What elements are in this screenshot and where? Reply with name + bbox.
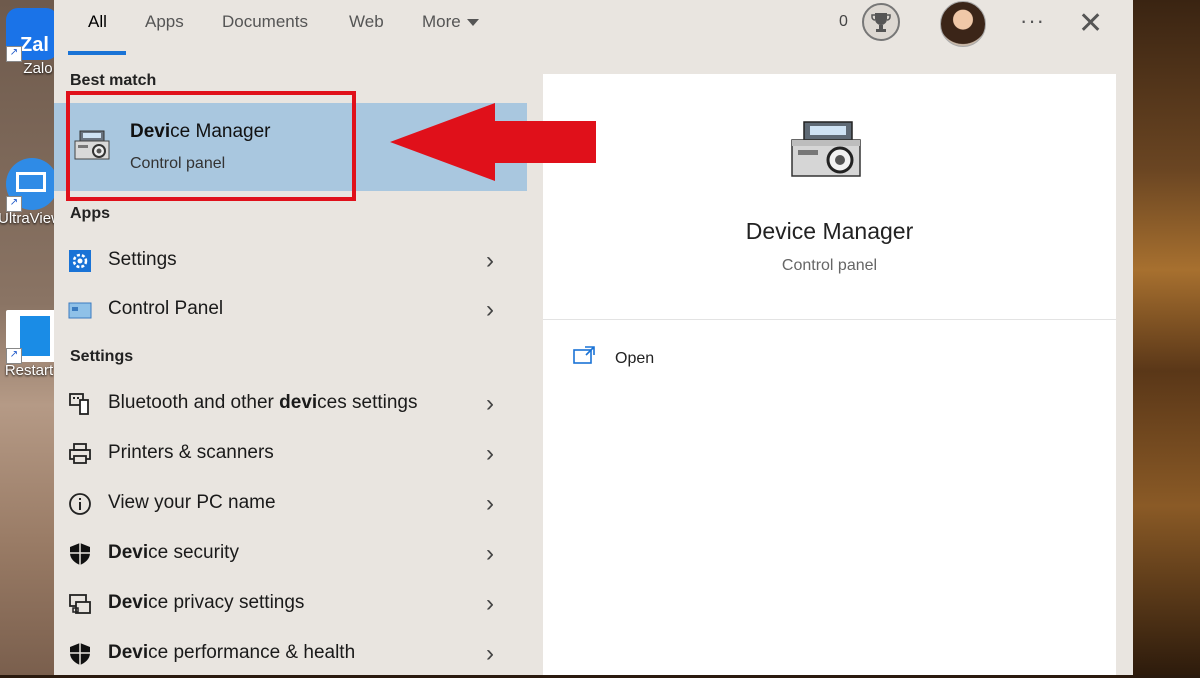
search-panel: All Apps Documents Web More 0 ··· ✕ Best… [54,0,1133,675]
open-action[interactable]: Open [573,344,773,374]
trophy-icon[interactable] [862,3,900,41]
chevron-right-icon[interactable]: › [486,390,494,418]
ultraview-icon: ↗ [6,158,54,212]
printer-icon [69,443,91,464]
avatar[interactable] [940,1,986,47]
shortcut-arrow-icon: ↗ [6,348,22,364]
detail-title: Device Manager [745,218,914,244]
chevron-down-icon [466,19,479,27]
chevron-right-icon[interactable]: › [486,640,494,668]
desktop-icon-label: UltraView [0,210,54,227]
tab-more[interactable]: More [422,12,479,32]
chevron-right-icon[interactable]: › [486,590,494,618]
desktop-icon-zalo[interactable]: Zal ↗ Zalo [4,8,54,77]
result-item-label: Printers & scanners [108,442,274,463]
desktop-icon-ultraview[interactable]: ↗ UltraView [0,158,54,227]
result-item-device-security[interactable]: Device security › [54,530,527,578]
search-tabs-bar: All Apps Documents Web More 0 ··· ✕ [54,0,1133,56]
tab-apps[interactable]: Apps [145,12,184,32]
active-tab-indicator [68,51,126,55]
result-item-settings[interactable]: Settings › [54,237,527,285]
annotation-highlight-box [66,91,356,201]
tab-web[interactable]: Web [349,12,384,32]
device-manager-icon [791,121,861,177]
shortcut-arrow-icon: ↗ [6,196,22,212]
result-item-pc-name[interactable]: View your PC name › [54,480,527,528]
result-item-label: Settings [108,249,177,270]
open-icon [573,346,595,364]
chevron-right-icon[interactable]: › [486,440,494,468]
desktop-background-right [1133,0,1200,675]
restart-icon: ↗ [6,310,54,364]
result-item-label: View your PC name [108,492,276,513]
chevron-right-icon[interactable]: › [486,296,494,324]
privacy-icon [69,594,91,614]
result-item-control-panel[interactable]: Control Panel › [54,286,527,334]
shield-icon [70,543,90,565]
zalo-icon: Zal ↗ [6,8,54,62]
gear-icon [69,250,91,272]
divider [543,319,1116,320]
result-item-label: Device security [108,542,239,563]
control-panel-icon [68,302,92,319]
chevron-right-icon[interactable]: › [486,540,494,568]
apps-heading: Apps [70,205,110,222]
result-item-label: Control Panel [108,298,224,319]
result-item-device-privacy[interactable]: Device privacy settings › [54,580,527,628]
settings-heading: Settings [70,348,134,365]
desktop-icon-label: Restart [4,362,54,379]
open-label: Open [615,350,655,367]
desktop-icon-restart[interactable]: ↗ Restart [4,310,54,379]
detail-pane: Device Manager Control panel Open [543,74,1116,675]
shortcut-arrow-icon: ↗ [6,46,22,62]
close-icon[interactable]: ✕ [1078,6,1103,41]
tab-all[interactable]: All [88,12,107,32]
detail-subtitle: Control panel [781,257,878,274]
result-item-label: Device privacy settings [108,592,305,613]
result-item-printers[interactable]: Printers & scanners › [54,430,527,478]
result-item-label: Device performance & health [108,642,356,663]
chevron-right-icon[interactable]: › [486,247,494,275]
info-icon [69,493,91,515]
more-options-icon[interactable]: ··· [1020,8,1045,34]
annotation-arrow-icon [390,103,596,181]
desktop-background-left: Zal ↗ Zalo ↗ UltraView ↗ Restart [0,0,54,675]
desktop-icon-label: Zalo [23,60,53,77]
shield-icon [70,643,90,665]
tab-more-label: More [422,12,461,31]
bluetooth-devices-icon [69,393,89,415]
tab-documents[interactable]: Documents [222,12,308,32]
rewards-points: 0 [839,13,848,30]
result-item-device-performance[interactable]: Device performance & health › [54,630,527,678]
result-item-bluetooth-devices[interactable]: Bluetooth and other devices settings › [54,380,527,428]
chevron-right-icon[interactable]: › [486,490,494,518]
result-item-label: Bluetooth and other devices settings [108,392,418,413]
best-match-heading: Best match [70,72,157,89]
